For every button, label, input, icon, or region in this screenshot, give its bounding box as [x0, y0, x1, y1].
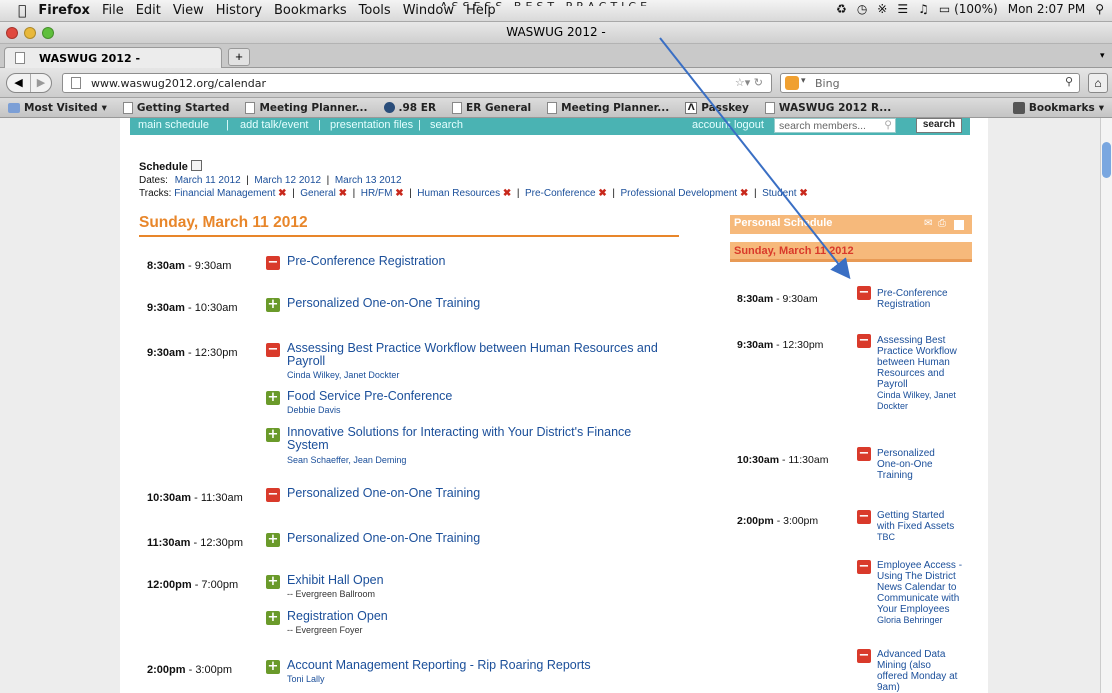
annotation-arrow: [659, 37, 851, 280]
